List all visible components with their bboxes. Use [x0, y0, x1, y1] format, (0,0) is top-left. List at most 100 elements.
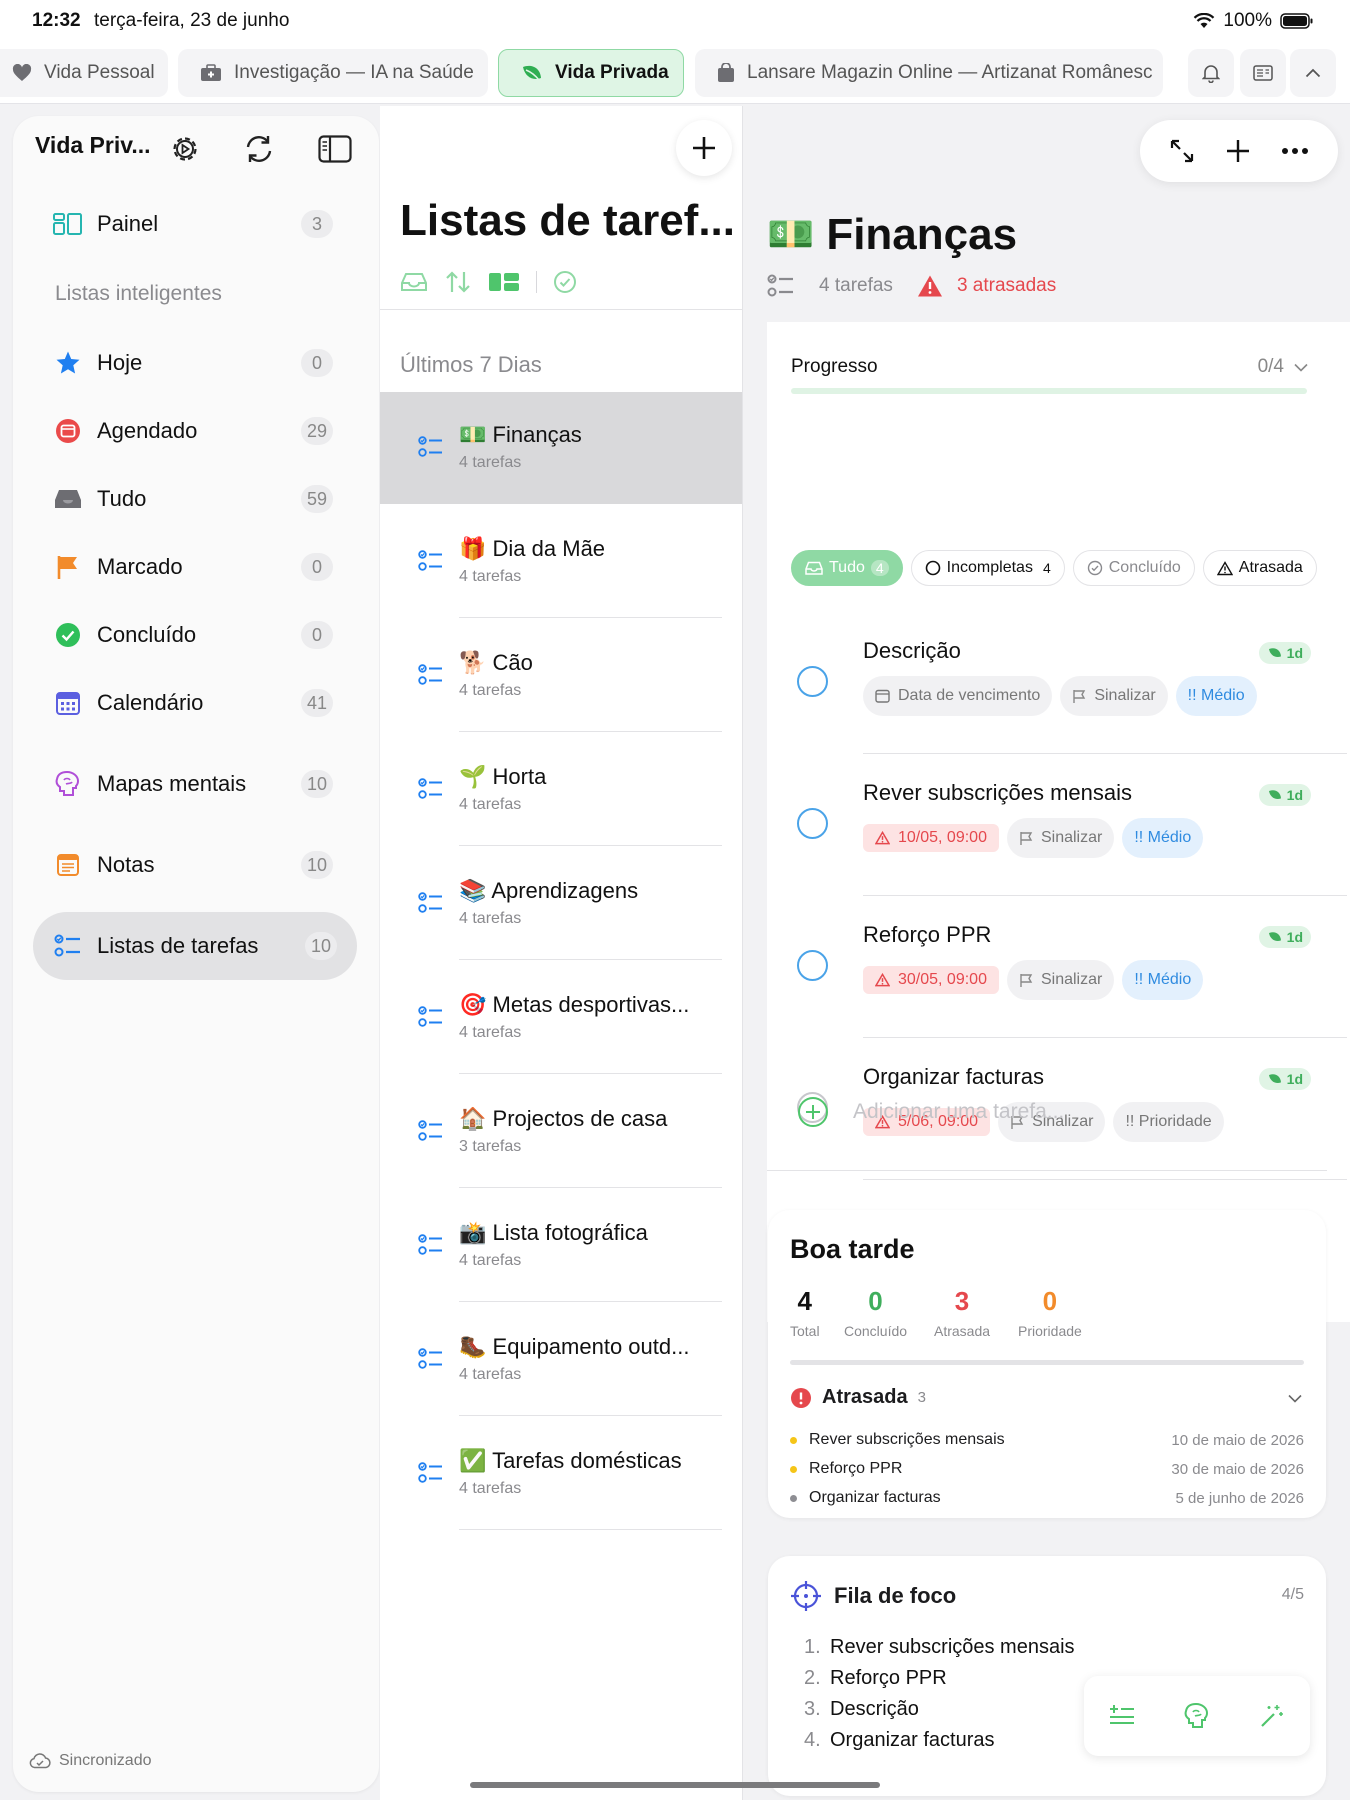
add-task-input[interactable]: Adicionar uma tarefa...: [853, 1100, 1064, 1124]
flag-chip[interactable]: Sinalizar: [1006, 818, 1115, 858]
overdue-item-name: Reforço PPR: [809, 1460, 903, 1477]
due-date-chip[interactable]: 30/05, 09:00: [863, 966, 999, 994]
task-list-item[interactable]: 📚 Aprendizagens 4 tarefas: [380, 848, 742, 960]
check-circle-outline-icon[interactable]: [553, 270, 577, 294]
list-name: Cão: [492, 650, 533, 675]
sync-button[interactable]: [239, 129, 279, 169]
task-title[interactable]: Organizar facturas: [863, 1064, 1044, 1090]
leaf-icon: [1267, 647, 1283, 659]
task-list-item[interactable]: ✅ Tarefas domésticas 4 tarefas: [380, 1418, 742, 1530]
sidebar-item-calendario[interactable]: Calendário 41: [33, 675, 353, 731]
add-task-row[interactable]: Adicionar uma tarefa...: [797, 1096, 1064, 1128]
reader-view-button[interactable]: [1240, 49, 1286, 97]
more-icon[interactable]: [1281, 147, 1309, 155]
sidebar-item-marcado[interactable]: Marcado 0: [33, 539, 353, 595]
task-list-item[interactable]: 📸 Lista fotográfica 4 tarefas: [380, 1190, 742, 1302]
sidebar-item-tudo[interactable]: Tudo 59: [33, 471, 353, 527]
task-chips: 10/05, 09:00 Sinalizar !! Médio: [863, 818, 1204, 858]
sidebar-item-listas-de-tarefas[interactable]: Listas de tarefas 10: [33, 912, 357, 980]
list-title: 📸 Lista fotográfica: [459, 1220, 648, 1246]
flag-chip[interactable]: Sinalizar: [1060, 676, 1168, 716]
filter-label: Concluído: [1108, 559, 1181, 576]
stat-total: 4 Total: [790, 1286, 820, 1339]
due-date-chip[interactable]: Data de vencimento: [863, 676, 1053, 716]
tab-lansare-magazin[interactable]: Lansare Magazin Online — Artizanat Român…: [695, 49, 1163, 97]
task-title[interactable]: Descrição: [863, 638, 961, 664]
filter-done[interactable]: Concluído: [1072, 550, 1195, 586]
filter-incomplete[interactable]: Incompletas 4: [910, 550, 1065, 586]
sidebar-item-mapas-mentais[interactable]: Mapas mentais 10: [33, 756, 353, 812]
priority-chip[interactable]: !! Médio: [1122, 960, 1204, 1000]
tab-vida-privada[interactable]: Vida Privada: [498, 49, 684, 97]
task-row[interactable]: Descrição 1d Data de vencimento Sinalizar!!…: [767, 612, 1347, 754]
list-title: 🐕 Cão: [459, 650, 533, 676]
expand-icon[interactable]: [1169, 138, 1195, 164]
overdue-item[interactable]: Organizar facturas 5 de junho de 2026: [790, 1484, 1304, 1512]
task-row[interactable]: Rever subscrições mensais 1d 10/05, 09:00 S…: [767, 754, 1347, 896]
focus-item[interactable]: 4. Organizar facturas: [804, 1729, 995, 1752]
tab-investigacao[interactable]: Investigação — IA na Saúde: [178, 49, 488, 97]
task-checkbox[interactable]: [797, 950, 828, 981]
progress-toggle[interactable]: 0/4: [1258, 356, 1308, 378]
focus-item[interactable]: 3. Descrição: [804, 1698, 919, 1721]
collapse-tabs-button[interactable]: [1290, 49, 1336, 97]
progress-label: Progresso: [791, 356, 878, 377]
toggle-sidebar-button[interactable]: [315, 129, 355, 169]
sidebar-item-painel[interactable]: Painel 3: [33, 196, 353, 252]
sidebar-item-notas[interactable]: Notas 10: [33, 837, 353, 893]
checklist-icon: [418, 550, 444, 572]
magic-wand-icon[interactable]: [1259, 1703, 1285, 1729]
priority-chip[interactable]: !! Médio: [1175, 676, 1257, 716]
focus-item[interactable]: 2. Reforço PPR: [804, 1667, 947, 1690]
task-checkbox[interactable]: [797, 808, 828, 839]
task-list-item[interactable]: 🎯 Metas desportivas... 4 tarefas: [380, 962, 742, 1074]
due-date-chip[interactable]: 10/05, 09:00: [863, 824, 999, 852]
inbox-filter-icon[interactable]: [400, 271, 428, 293]
filter-count: 4: [1042, 560, 1051, 576]
task-list-item[interactable]: 🌱 Horta 4 tarefas: [380, 734, 742, 846]
priority-chip[interactable]: !! Prioridade: [1113, 1102, 1224, 1142]
brain-icon[interactable]: [1184, 1702, 1210, 1730]
sidebar-item-concluido[interactable]: Concluído 0: [33, 607, 353, 663]
layout-icon[interactable]: [488, 271, 520, 293]
task-list-item[interactable]: 🏠 Projectos de casa 3 tarefas: [380, 1076, 742, 1188]
shopping-bag-icon: [717, 63, 735, 83]
settings-button[interactable]: [165, 129, 205, 169]
priority-label: !! Prioridade: [1125, 1113, 1212, 1130]
tab-vida-pessoal[interactable]: Vida Pessoal: [0, 49, 168, 97]
priority-chip[interactable]: !! Médio: [1122, 818, 1204, 858]
sidebar-item-agendado[interactable]: Agendado 29: [33, 403, 353, 459]
flag-chip[interactable]: Sinalizar: [1006, 960, 1115, 1000]
add-list-button[interactable]: [676, 120, 732, 176]
sidebar-item-hoje[interactable]: Hoje 0: [33, 335, 353, 391]
status-bar: 12:32 terça-feira, 23 de junho 100%: [0, 0, 1350, 44]
chevron-down-icon[interactable]: [1288, 1394, 1302, 1403]
task-list-item[interactable]: 🎁 Dia da Mãe 4 tarefas: [380, 506, 742, 618]
plus-icon[interactable]: [1226, 139, 1250, 163]
task-list-item[interactable]: 🐕 Cão 4 tarefas: [380, 620, 742, 732]
tab-label: Vida Privada: [555, 62, 669, 83]
detail-header: 💵 Finanças: [767, 210, 1017, 260]
task-title[interactable]: Rever subscrições mensais: [863, 780, 1132, 806]
task-checkbox[interactable]: [797, 666, 828, 697]
filter-overdue[interactable]: Atrasada: [1202, 550, 1317, 586]
task-title[interactable]: Reforço PPR: [863, 922, 991, 948]
list-title: ✅ Tarefas domésticas: [459, 1448, 682, 1474]
filter-all[interactable]: Tudo 4: [791, 550, 903, 586]
overdue-item[interactable]: Reforço PPR 30 de maio de 2026: [790, 1455, 1304, 1483]
overdue-item[interactable]: Rever subscrições mensais 10 de maio de 2…: [790, 1426, 1304, 1454]
medical-bag-icon: [200, 64, 222, 82]
workspace-title[interactable]: Vida Priv...: [35, 132, 150, 159]
sidebar-item-count: 0: [301, 621, 333, 649]
add-task-list-icon[interactable]: [1109, 1704, 1135, 1728]
sort-icon[interactable]: [444, 270, 472, 294]
sidebar-item-count: 59: [300, 485, 333, 513]
sidebar-item-count: 10: [300, 770, 333, 798]
task-list-item[interactable]: 🥾 Equipamento outd... 4 tarefas: [380, 1304, 742, 1416]
focus-item[interactable]: 1. Rever subscrições mensais: [804, 1636, 1075, 1659]
overdue-section-header[interactable]: Atrasada 3: [790, 1386, 926, 1409]
status-dot: [790, 1494, 797, 1502]
task-list-item[interactable]: 💵 Finanças 4 tarefas: [380, 392, 742, 504]
notifications-button[interactable]: [1188, 49, 1234, 97]
task-row[interactable]: Reforço PPR 1d 30/05, 09:00 Sinalizar !! Méd…: [767, 896, 1347, 1038]
